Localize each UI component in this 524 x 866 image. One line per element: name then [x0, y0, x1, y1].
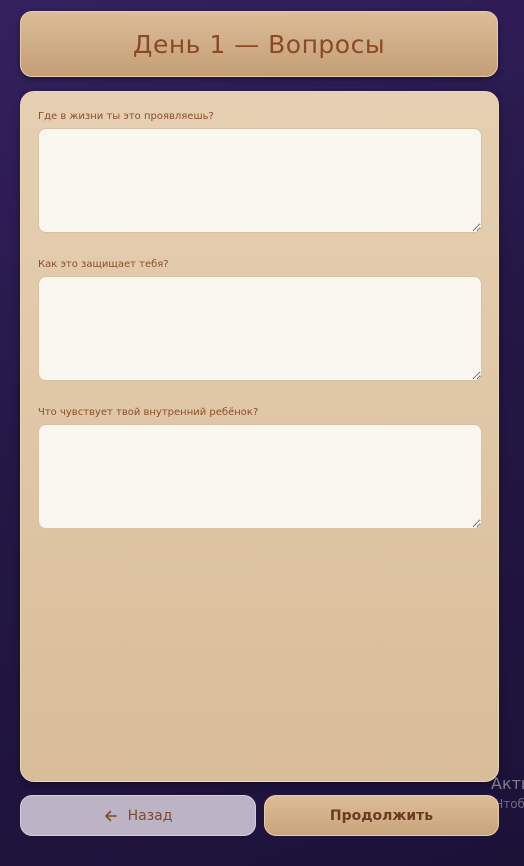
page-title: День 1 — Вопросы: [132, 29, 386, 59]
activation-watermark-line-1: Акти: [491, 774, 524, 793]
answer-input-3[interactable]: [38, 424, 482, 529]
answer-input-2[interactable]: [38, 276, 482, 381]
back-button-label: Назад: [127, 807, 173, 824]
continue-button-label: Продолжить: [329, 807, 434, 824]
activation-watermark-line-2: Чтоб: [495, 797, 524, 811]
answer-input-1[interactable]: [38, 128, 482, 233]
question-label-1: Где в жизни ты это проявляешь?: [38, 111, 214, 122]
arrow-left-icon: [104, 809, 118, 823]
questions-card: Где в жизни ты это проявляешь? Как это з…: [20, 91, 499, 782]
question-label-2: Как это защищает тебя?: [38, 259, 169, 270]
app-screen: День 1 — Вопросы Где в жизни ты это проя…: [0, 0, 524, 866]
back-button[interactable]: Назад: [20, 795, 256, 836]
question-label-3: Что чувствует твой внутренний ребёнок?: [38, 407, 259, 418]
continue-button[interactable]: Продолжить: [264, 795, 499, 836]
page-header: День 1 — Вопросы: [20, 11, 498, 77]
